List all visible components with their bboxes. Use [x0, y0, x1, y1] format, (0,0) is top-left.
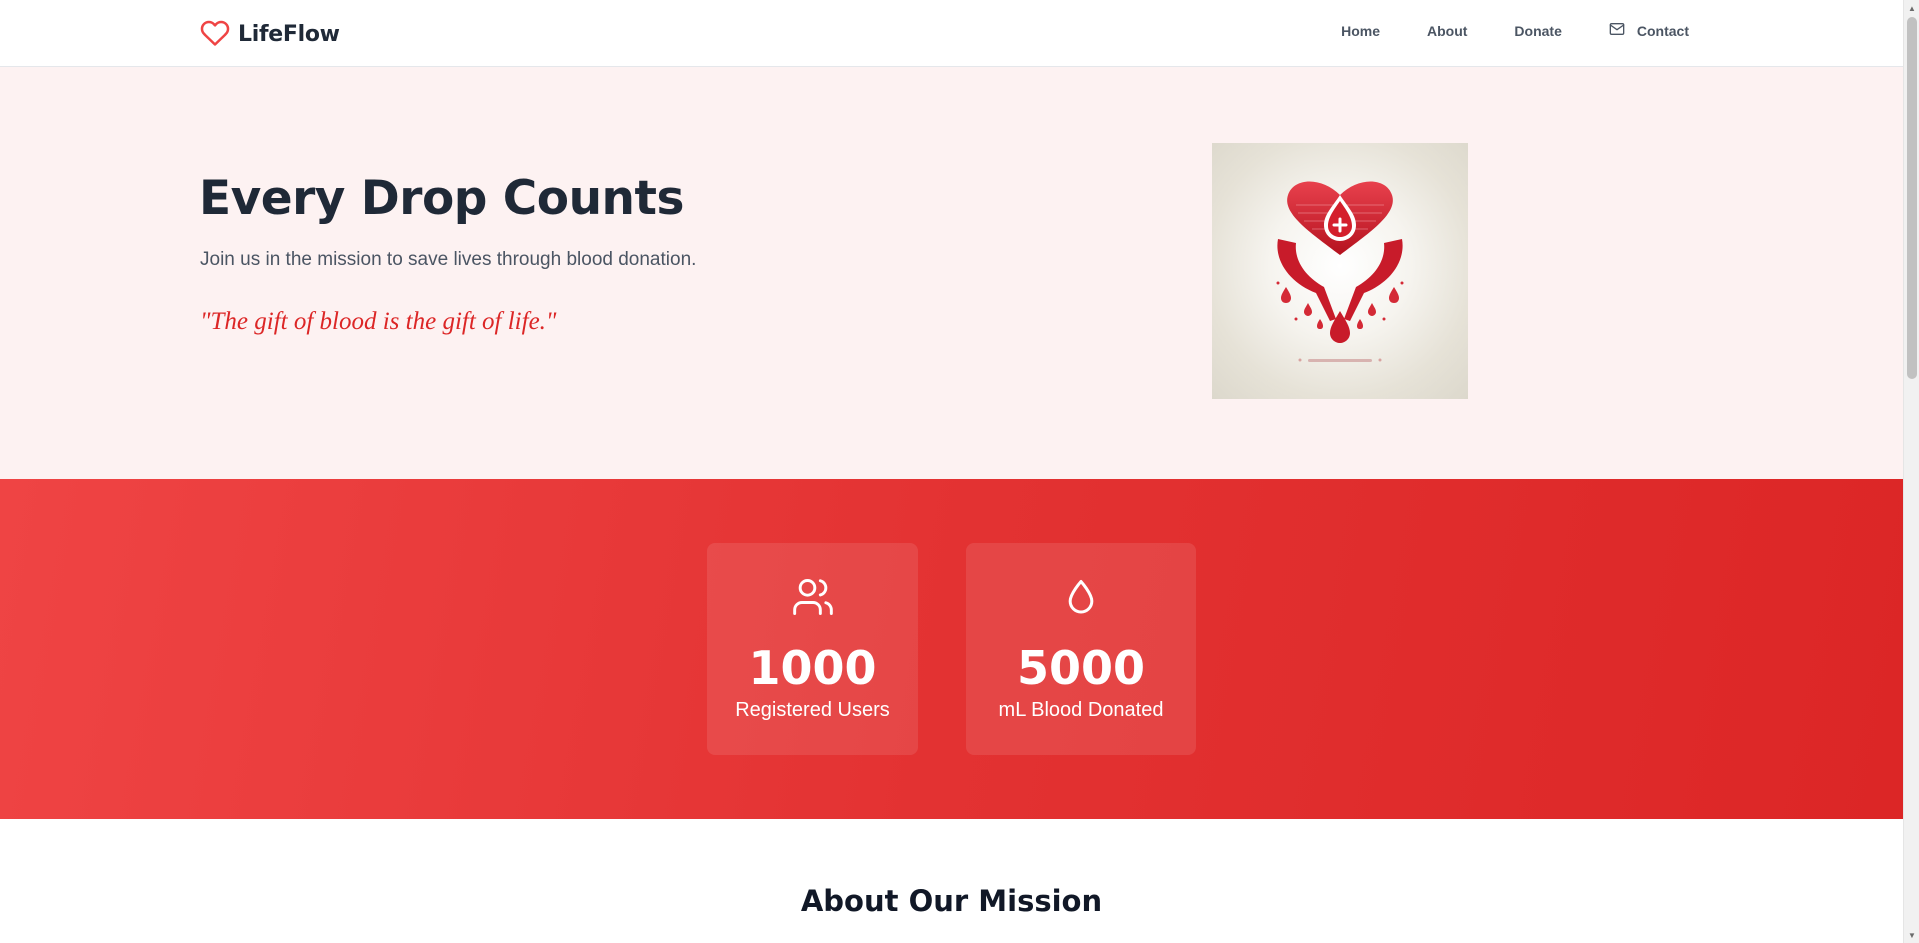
hero-title: Every Drop Counts — [199, 171, 684, 226]
navbar: LifeFlow Home About Donate Contact — [0, 0, 1903, 67]
nav-contact-link[interactable]: Contact — [1609, 22, 1689, 39]
brand-logo[interactable]: LifeFlow — [200, 18, 340, 51]
nav-contact-label: Contact — [1636, 22, 1689, 39]
scroll-thumb[interactable] — [1907, 17, 1917, 379]
users-icon — [790, 575, 836, 624]
droplet-icon — [1061, 575, 1101, 624]
scroll-down-arrow-icon[interactable]: ▼ — [1904, 927, 1919, 943]
nav-donate-link[interactable]: Donate — [1514, 23, 1561, 39]
page: LifeFlow Home About Donate Contact Every… — [0, 0, 1903, 943]
heart-outline-icon — [200, 18, 230, 51]
stat-label-blood: mL Blood Donated — [998, 699, 1164, 721]
stat-value-blood: 5000 — [1016, 641, 1146, 695]
hero-section: Every Drop Counts Join us in the mission… — [0, 67, 1903, 479]
hero-illustration — [1212, 143, 1468, 399]
stat-value-users: 1000 — [748, 641, 877, 695]
hero-subtitle: Join us in the mission to save lives thr… — [200, 249, 697, 270]
page-scrollbar[interactable]: ▲ ▼ — [1903, 0, 1919, 943]
main-nav: Home About Donate Contact — [1341, 22, 1689, 39]
hero-quote: "The gift of blood is the gift of life." — [200, 308, 557, 335]
stats-section: 1000 Registered Users 5000 mL Blood Dona… — [0, 479, 1903, 819]
nav-home-link[interactable]: Home — [1341, 23, 1380, 39]
brand-name: LifeFlow — [238, 22, 340, 47]
about-section-title: About Our Mission — [800, 884, 1103, 918]
stat-label-users: Registered Users — [735, 699, 890, 721]
nav-about-link[interactable]: About — [1427, 23, 1467, 39]
scroll-up-arrow-icon[interactable]: ▲ — [1904, 0, 1919, 16]
stat-card-users: 1000 Registered Users — [707, 543, 918, 755]
stat-card-blood: 5000 mL Blood Donated — [966, 543, 1196, 755]
mail-icon — [1609, 22, 1625, 39]
